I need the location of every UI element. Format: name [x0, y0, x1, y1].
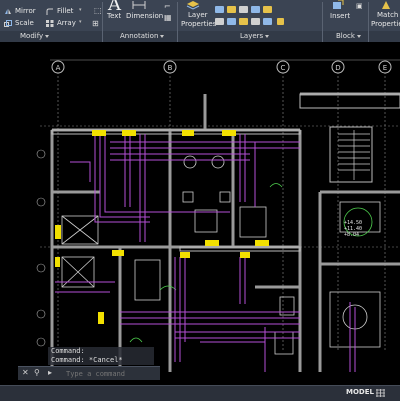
annotation-tool-icon[interactable]: ⌐	[164, 2, 171, 11]
stair	[338, 130, 370, 180]
electrical-wiring	[55, 134, 356, 372]
layer-freeze-icon[interactable]	[227, 6, 236, 13]
layers-panel-expand-icon	[265, 34, 270, 38]
modify-panel-expand-icon	[45, 34, 50, 38]
elevation-notes: +14.50 +11.40 +8.04	[344, 220, 362, 238]
panel-divider	[102, 2, 103, 42]
insert-label: Insert	[330, 12, 351, 20]
mirror-icon	[5, 9, 11, 14]
fillet-label: Fillet	[57, 7, 74, 15]
block-create-icon[interactable]: ▣	[356, 2, 363, 10]
command-prompt-icon[interactable]: ▸	[48, 368, 52, 377]
close-icon[interactable]: ✕	[22, 368, 29, 377]
layer-isolate-icon[interactable]	[263, 6, 272, 13]
layer-off-icon[interactable]	[215, 18, 224, 25]
model-space-button[interactable]: MODEL	[346, 388, 374, 396]
annotation-panel-expand-icon	[160, 34, 165, 38]
panel-divider	[177, 2, 178, 42]
grid-bubble-d: D	[331, 60, 345, 74]
grid-bubble-e: E	[378, 60, 392, 74]
command-history: Command: Command: *Cancel*	[48, 347, 154, 365]
drawing-area[interactable]: A B C D E +14.50 +11.40 +8.04	[0, 42, 400, 385]
modify-more-icon[interactable]: ⬚	[94, 6, 102, 15]
mirror-label: Mirror	[15, 7, 36, 15]
svg-text:B: B	[168, 64, 173, 72]
text-label: Text	[107, 12, 122, 20]
insert-icon	[333, 0, 344, 9]
fillet-icon	[46, 8, 53, 15]
array-icon	[46, 20, 54, 27]
modify-panel-title[interactable]: Modify	[20, 32, 50, 40]
svg-text:E: E	[383, 64, 387, 72]
svg-text:+8.04: +8.04	[344, 232, 359, 238]
status-bar: MODEL	[0, 385, 400, 401]
dimension-icon	[132, 1, 146, 9]
scale-label: Scale	[15, 19, 34, 27]
scale-icon	[4, 20, 12, 27]
match-properties-label-1: Match	[377, 11, 399, 19]
panel-divider	[322, 2, 323, 42]
floor-plan: A B C D E +14.50 +11.40 +8.04	[36, 59, 400, 372]
ribbon: Mirror Fillet ▾ ⬚ Scale Array ▾ ⊞ Modify…	[0, 0, 400, 42]
svg-text:D: D	[335, 64, 340, 72]
grid-bubble-c: C	[276, 60, 290, 74]
array-label: Array	[57, 19, 76, 27]
grid-bubble-a: A	[51, 60, 65, 74]
command-line: ✕ ⚲ ▸	[18, 366, 160, 380]
layer-properties-icon	[186, 1, 200, 10]
layer-properties-label-1: Layer	[188, 11, 208, 19]
block-panel-title[interactable]: Block	[336, 32, 361, 40]
layer-delete-icon[interactable]	[263, 18, 272, 25]
side-axis-markers	[36, 149, 46, 347]
customize-icon[interactable]: ⚲	[34, 368, 40, 377]
command-history-line: Command: *Cancel*	[51, 356, 123, 364]
dimension-label: Dimension	[126, 12, 164, 20]
layer-properties-label-2: Properties	[181, 20, 217, 28]
layer-tool-icon[interactable]	[215, 6, 224, 13]
panel-divider	[368, 2, 369, 42]
match-properties-icon	[382, 1, 390, 9]
grid-display-icon[interactable]	[376, 389, 385, 397]
layer-match-icon[interactable]	[251, 6, 260, 13]
grid-bubble-b: B	[163, 60, 177, 74]
command-input[interactable]	[66, 368, 158, 379]
layer-lock-icon[interactable]	[239, 6, 248, 13]
layer-merge-icon[interactable]	[251, 18, 260, 25]
modify-extra-icon[interactable]: ⊞	[92, 19, 99, 28]
match-properties-label-2: Properties	[371, 20, 400, 28]
layer-state-icon[interactable]	[277, 18, 284, 25]
annotation-table-icon[interactable]: ▦	[164, 13, 172, 22]
array-dropdown-icon[interactable]: ▾	[79, 19, 82, 25]
fillet-dropdown-icon[interactable]: ▾	[79, 7, 82, 13]
block-panel-expand-icon	[356, 34, 361, 38]
layer-walk-icon[interactable]	[239, 18, 248, 25]
layers-panel-title[interactable]: Layers	[240, 32, 270, 40]
svg-text:C: C	[281, 64, 286, 72]
svg-text:A: A	[56, 64, 61, 72]
lighting-fixtures	[55, 130, 269, 324]
layer-previous-icon[interactable]	[227, 18, 236, 25]
annotation-panel-title[interactable]: Annotation	[120, 32, 165, 40]
command-history-line: Command:	[51, 347, 85, 355]
